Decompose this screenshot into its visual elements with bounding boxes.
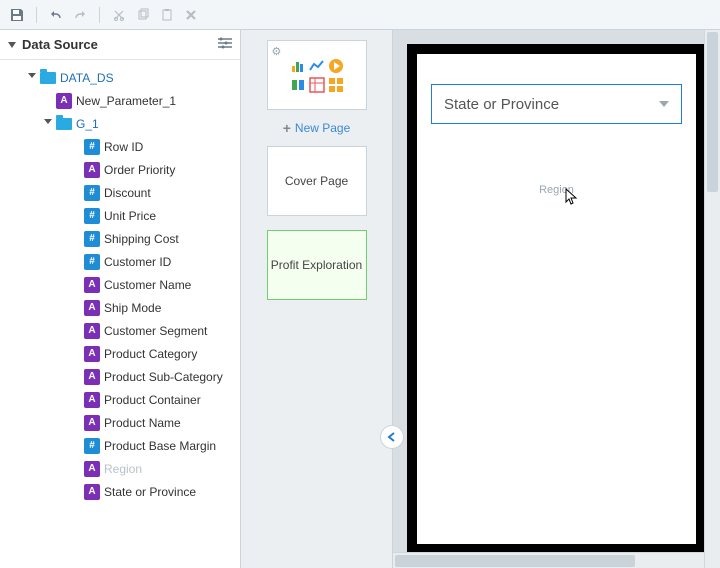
tree-field[interactable]: #Shipping Cost	[8, 227, 240, 250]
delete-icon[interactable]	[182, 6, 200, 24]
top-toolbar	[0, 0, 720, 30]
page-thumbnail[interactable]: Cover Page	[267, 146, 367, 216]
tree-field[interactable]: AOrder Priority	[8, 158, 240, 181]
drag-hint-label: Region	[539, 184, 574, 196]
data-source-panel: Data Source DATA_DS A New_Parameter_1 G_…	[0, 30, 241, 568]
expand-icon	[28, 73, 36, 82]
attribute-icon: A	[84, 415, 100, 431]
measure-icon: #	[84, 185, 100, 201]
tree-node-parameter[interactable]: A New_Parameter_1	[8, 89, 240, 112]
tree-field[interactable]: AProduct Category	[8, 342, 240, 365]
attribute-icon: A	[84, 484, 100, 500]
folder-icon	[40, 70, 56, 86]
tree-field[interactable]: AProduct Container	[8, 388, 240, 411]
tree-field[interactable]: ACustomer Segment	[8, 319, 240, 342]
save-icon[interactable]	[8, 6, 26, 24]
attribute-icon: A	[84, 369, 100, 385]
tree-field[interactable]: #Discount	[8, 181, 240, 204]
filter-dropdown[interactable]: State or Province	[431, 84, 682, 124]
tree-field[interactable]: AProduct Sub-Category	[8, 365, 240, 388]
collapse-arrow-icon	[8, 42, 16, 48]
dropdown-label: State or Province	[444, 96, 559, 113]
tree-field[interactable]: AShip Mode	[8, 296, 240, 319]
measure-icon: #	[84, 139, 100, 155]
attribute-icon: A	[84, 392, 100, 408]
new-page-button[interactable]: + New Page	[283, 120, 351, 136]
paste-icon[interactable]	[158, 6, 176, 24]
report-canvas[interactable]: State or Province Region	[417, 54, 696, 544]
attribute-icon: A	[84, 323, 100, 339]
pages-panel: ⚙ + New Page Cover Page Profit Exploratio…	[241, 30, 393, 568]
grid-icon[interactable]	[328, 77, 344, 93]
tree-field[interactable]: #Unit Price	[8, 204, 240, 227]
copy-icon[interactable]	[134, 6, 152, 24]
undo-icon[interactable]	[47, 6, 65, 24]
canvas-area: State or Province Region	[393, 30, 720, 568]
expand-icon	[44, 119, 52, 128]
measure-icon: #	[84, 231, 100, 247]
tree-node-dataset[interactable]: DATA_DS	[8, 66, 240, 89]
play-icon[interactable]	[328, 58, 344, 74]
tree-field[interactable]: #Product Base Margin	[8, 434, 240, 457]
pivot-icon[interactable]	[309, 77, 325, 93]
attribute-icon: A	[84, 162, 100, 178]
cut-icon[interactable]	[110, 6, 128, 24]
tree-field[interactable]: AProduct Name	[8, 411, 240, 434]
data-source-tree: DATA_DS A New_Parameter_1 G_1 #Row IDAOr…	[0, 60, 240, 568]
gear-icon[interactable]: ⚙	[272, 45, 282, 58]
chevron-down-icon	[659, 101, 669, 107]
attribute-icon: A	[56, 93, 72, 109]
data-source-title: Data Source	[22, 37, 218, 52]
bar-chart-icon[interactable]	[290, 58, 306, 74]
plus-icon: +	[283, 120, 291, 136]
tree-field[interactable]: ARegion	[8, 457, 240, 480]
measure-icon: #	[84, 208, 100, 224]
book-icon[interactable]	[290, 77, 306, 93]
vertical-scrollbar[interactable]	[704, 30, 720, 568]
attribute-icon: A	[84, 346, 100, 362]
tree-field[interactable]: #Row ID	[8, 135, 240, 158]
attribute-icon: A	[84, 300, 100, 316]
measure-icon: #	[84, 438, 100, 454]
attribute-icon: A	[84, 277, 100, 293]
panel-options-icon[interactable]	[218, 37, 232, 52]
attribute-icon: A	[84, 461, 100, 477]
folder-icon	[56, 116, 72, 132]
insert-components-box[interactable]: ⚙	[267, 40, 367, 110]
data-source-header[interactable]: Data Source	[0, 30, 240, 60]
page-thumbnail[interactable]: Profit Exploration	[267, 230, 367, 300]
tree-field[interactable]: ACustomer Name	[8, 273, 240, 296]
horizontal-scrollbar[interactable]	[393, 552, 704, 568]
collapse-panel-button[interactable]	[380, 425, 404, 449]
redo-icon[interactable]	[71, 6, 89, 24]
line-chart-icon[interactable]	[309, 58, 325, 74]
tree-field[interactable]: #Customer ID	[8, 250, 240, 273]
measure-icon: #	[84, 254, 100, 270]
tree-node-group[interactable]: G_1	[8, 112, 240, 135]
tree-field[interactable]: AState or Province	[8, 480, 240, 503]
